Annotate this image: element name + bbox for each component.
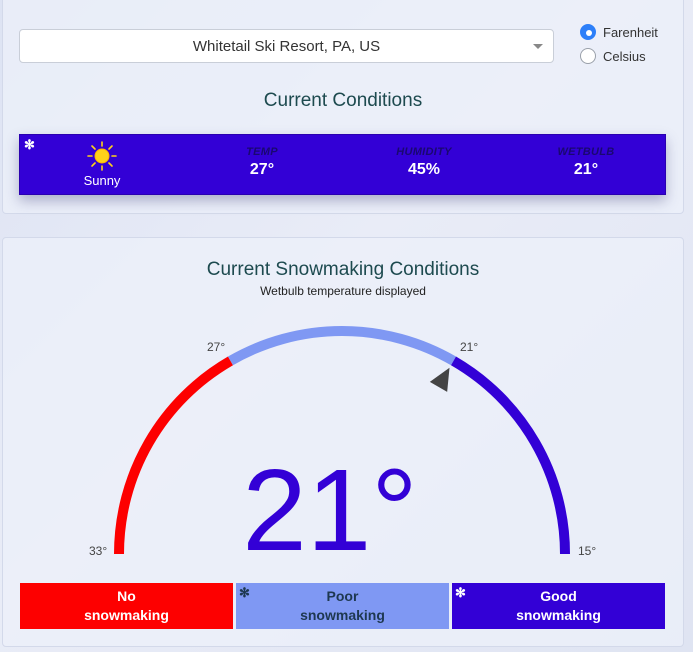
legend-no-snowmaking: No snowmaking [20,583,233,629]
gauge-segment-poor [228,326,456,366]
tick-label-21: 21° [460,340,479,354]
legend-poor-line1: Poor [326,588,359,604]
legend-good-snowmaking: ✻ Good snowmaking [452,583,665,629]
legend-poor-line2: snowmaking [300,607,385,623]
gauge-pointer-icon [429,367,450,392]
wetbulb-display: 21° [0,452,686,568]
snowflake-icon: ✻ [239,585,250,600]
legend-poor-snowmaking: ✻ Poor snowmaking [236,583,449,629]
legend-no-line1: No [117,588,136,604]
wetbulb-display-value: 21° [242,445,418,575]
legend-no-line2: snowmaking [84,607,169,623]
legend-good-line2: snowmaking [516,607,601,623]
legend-good-line1: Good [540,588,577,604]
snowflake-icon: ✻ [455,585,466,600]
tick-label-27: 27° [207,340,226,354]
